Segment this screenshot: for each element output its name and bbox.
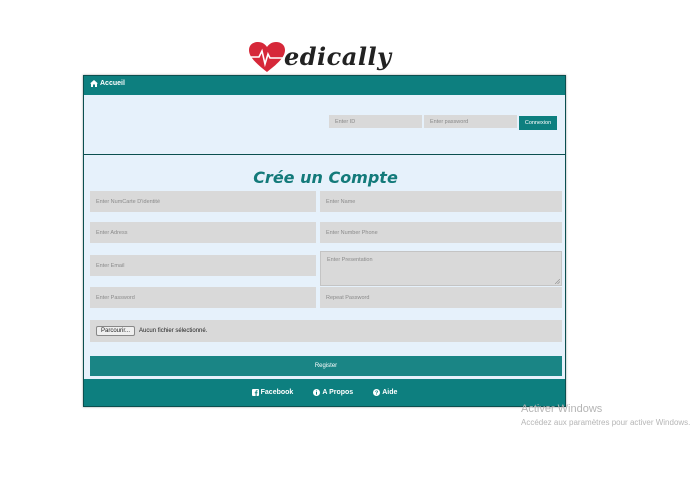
name-input[interactable]: Enter Name [320,191,562,212]
name-placeholder: Enter Name [326,198,356,205]
phone-input[interactable]: Enter Number Phone [320,222,562,243]
login-id-placeholder: Enter ID [335,118,356,125]
about-link[interactable]: A Propos [313,389,353,396]
facebook-label: Facebook [260,389,294,396]
app-logo: edically [248,40,391,76]
register-button[interactable]: Register [90,356,562,376]
repeat-password-input[interactable]: Repeat Password [320,287,562,308]
section-divider [84,154,565,155]
top-navbar: Accueil [84,76,565,95]
home-icon [90,80,98,87]
password-placeholder: Enter Password [96,294,135,301]
home-link-label: Accueil [100,80,125,87]
browse-button[interactable]: Parcourir... [96,326,136,336]
file-upload: Parcourir... Aucun fichier sélectionné. [90,320,562,342]
file-status: Aucun fichier sélectionné. [139,328,208,334]
help-label: Aide [382,389,398,396]
facebook-icon [251,389,259,396]
connect-button[interactable]: Connexion [519,116,557,130]
resize-grip-icon[interactable] [555,279,560,284]
heart-pulse-icon [249,42,285,72]
footer-bar: Facebook A Propos ? Aide [84,379,565,406]
watermark-subtitle: Accédez aux paramètres pour activer Wind… [521,418,691,427]
facebook-link[interactable]: Facebook [251,389,294,396]
password-input[interactable]: Enter Password [90,287,316,308]
address-placeholder: Enter Adress [96,229,128,236]
phone-placeholder: Enter Number Phone [326,229,378,236]
about-label: A Propos [322,389,354,396]
cin-placeholder: Enter NumCarte D'identité [96,198,161,205]
home-link[interactable]: Accueil [90,80,125,87]
login-password-input[interactable]: Enter password [424,115,517,128]
login-panel: Enter ID Enter password Connexion [84,95,565,154]
info-icon [313,389,321,396]
presentation-textarea[interactable]: Enter Presentation [320,251,562,286]
main-frame: Accueil Enter ID Enter password Connexio… [83,75,566,407]
address-input[interactable]: Enter Adress [90,222,316,243]
cin-input[interactable]: Enter NumCarte D'identité [90,191,316,212]
email-placeholder: Enter Email [96,262,125,269]
form-title: Crée un Compte [253,168,398,187]
login-password-placeholder: Enter password [430,118,469,125]
help-link[interactable]: ? Aide [373,389,397,396]
watermark-title: Activer Windows [521,403,603,415]
repeat-password-placeholder: Repeat Password [326,294,370,301]
windows-activation-watermark: Activer Windows Accédez aux paramètres p… [521,403,690,427]
login-id-input[interactable]: Enter ID [329,115,422,128]
logo-text: edically [284,42,392,71]
question-icon: ? [373,389,381,396]
email-input[interactable]: Enter Email [90,255,316,276]
presentation-placeholder: Enter Presentation [327,257,373,263]
